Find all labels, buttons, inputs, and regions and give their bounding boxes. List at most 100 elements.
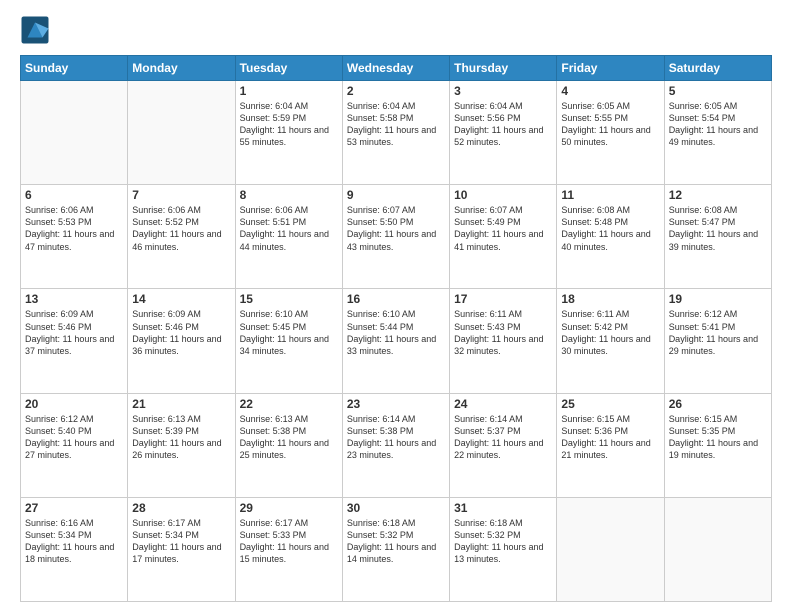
weekday-header-tuesday: Tuesday — [235, 56, 342, 81]
day-info: Sunrise: 6:12 AM Sunset: 5:41 PM Dayligh… — [669, 308, 767, 357]
day-info: Sunrise: 6:04 AM Sunset: 5:56 PM Dayligh… — [454, 100, 552, 149]
day-info: Sunrise: 6:12 AM Sunset: 5:40 PM Dayligh… — [25, 413, 123, 462]
day-number: 2 — [347, 84, 445, 98]
weekday-header-monday: Monday — [128, 56, 235, 81]
logo-icon — [20, 15, 50, 45]
calendar-cell: 16Sunrise: 6:10 AM Sunset: 5:44 PM Dayli… — [342, 289, 449, 393]
calendar-cell: 3 Sunrise: 6:04 AM Sunset: 5:56 PM Daylig… — [450, 81, 557, 185]
day-info: Sunrise: 6:15 AM Sunset: 5:35 PM Dayligh… — [669, 413, 767, 462]
week-row-4: 20Sunrise: 6:12 AM Sunset: 5:40 PM Dayli… — [21, 393, 772, 497]
calendar-cell — [664, 497, 771, 601]
day-info: Sunrise: 6:05 AM Sunset: 5:55 PM Dayligh… — [561, 100, 659, 149]
day-number: 27 — [25, 501, 123, 515]
logo — [20, 15, 54, 45]
calendar-cell: 24 Sunrise: 6:14 AM Sunset: 5:37 PM Dayli… — [450, 393, 557, 497]
calendar-cell: 22 Sunrise: 6:13 AM Sunset: 5:38 PM Dayli… — [235, 393, 342, 497]
day-number: 25 — [561, 397, 659, 411]
day-number: 26 — [669, 397, 767, 411]
calendar-cell: 11 Sunrise: 6:08 AM Sunset: 5:48 PM Dayli… — [557, 185, 664, 289]
calendar-cell: 14Sunrise: 6:09 AM Sunset: 5:46 PM Dayli… — [128, 289, 235, 393]
calendar-cell: 2 Sunrise: 6:04 AM Sunset: 5:58 PM Daylig… — [342, 81, 449, 185]
calendar-cell: 23 Sunrise: 6:14 AM Sunset: 5:38 PM Dayli… — [342, 393, 449, 497]
week-row-3: 13Sunrise: 6:09 AM Sunset: 5:46 PM Dayli… — [21, 289, 772, 393]
week-row-2: 6Sunrise: 6:06 AM Sunset: 5:53 PM Daylig… — [21, 185, 772, 289]
day-info: Sunrise: 6:07 AM Sunset: 5:50 PM Dayligh… — [347, 204, 445, 253]
day-number: 29 — [240, 501, 338, 515]
calendar-cell: 29Sunrise: 6:17 AM Sunset: 5:33 PM Dayli… — [235, 497, 342, 601]
calendar-cell: 13Sunrise: 6:09 AM Sunset: 5:46 PM Dayli… — [21, 289, 128, 393]
day-info: Sunrise: 6:18 AM Sunset: 5:32 PM Dayligh… — [454, 517, 552, 566]
calendar-cell: 27 Sunrise: 6:16 AM Sunset: 5:34 PM Dayli… — [21, 497, 128, 601]
week-row-5: 27 Sunrise: 6:16 AM Sunset: 5:34 PM Dayli… — [21, 497, 772, 601]
calendar-cell — [128, 81, 235, 185]
day-number: 8 — [240, 188, 338, 202]
calendar-cell: 25 Sunrise: 6:15 AM Sunset: 5:36 PM Dayli… — [557, 393, 664, 497]
day-info: Sunrise: 6:07 AM Sunset: 5:49 PM Dayligh… — [454, 204, 552, 253]
day-info: Sunrise: 6:10 AM Sunset: 5:45 PM Dayligh… — [240, 308, 338, 357]
day-number: 22 — [240, 397, 338, 411]
page: SundayMondayTuesdayWednesdayThursdayFrid… — [0, 0, 792, 612]
day-number: 11 — [561, 188, 659, 202]
day-info: Sunrise: 6:06 AM Sunset: 5:53 PM Dayligh… — [25, 204, 123, 253]
day-number: 3 — [454, 84, 552, 98]
calendar-cell: 4 Sunrise: 6:05 AM Sunset: 5:55 PM Daylig… — [557, 81, 664, 185]
day-info: Sunrise: 6:04 AM Sunset: 5:58 PM Dayligh… — [347, 100, 445, 149]
day-info: Sunrise: 6:13 AM Sunset: 5:38 PM Dayligh… — [240, 413, 338, 462]
day-number: 23 — [347, 397, 445, 411]
calendar-cell: 10 Sunrise: 6:07 AM Sunset: 5:49 PM Dayli… — [450, 185, 557, 289]
weekday-header-sunday: Sunday — [21, 56, 128, 81]
day-info: Sunrise: 6:15 AM Sunset: 5:36 PM Dayligh… — [561, 413, 659, 462]
weekday-header-row: SundayMondayTuesdayWednesdayThursdayFrid… — [21, 56, 772, 81]
calendar-cell: 18Sunrise: 6:11 AM Sunset: 5:42 PM Dayli… — [557, 289, 664, 393]
week-row-1: 1 Sunrise: 6:04 AM Sunset: 5:59 PM Daylig… — [21, 81, 772, 185]
day-info: Sunrise: 6:18 AM Sunset: 5:32 PM Dayligh… — [347, 517, 445, 566]
calendar-cell: 30 Sunrise: 6:18 AM Sunset: 5:32 PM Dayli… — [342, 497, 449, 601]
calendar-cell: 15 Sunrise: 6:10 AM Sunset: 5:45 PM Dayli… — [235, 289, 342, 393]
calendar-cell: 9 Sunrise: 6:07 AM Sunset: 5:50 PM Daylig… — [342, 185, 449, 289]
header — [20, 15, 772, 45]
day-number: 24 — [454, 397, 552, 411]
day-number: 12 — [669, 188, 767, 202]
day-info: Sunrise: 6:14 AM Sunset: 5:37 PM Dayligh… — [454, 413, 552, 462]
day-info: Sunrise: 6:16 AM Sunset: 5:34 PM Dayligh… — [25, 517, 123, 566]
calendar-cell: 26 Sunrise: 6:15 AM Sunset: 5:35 PM Dayli… — [664, 393, 771, 497]
weekday-header-thursday: Thursday — [450, 56, 557, 81]
day-info: Sunrise: 6:09 AM Sunset: 5:46 PM Dayligh… — [25, 308, 123, 357]
day-info: Sunrise: 6:04 AM Sunset: 5:59 PM Dayligh… — [240, 100, 338, 149]
day-info: Sunrise: 6:06 AM Sunset: 5:52 PM Dayligh… — [132, 204, 230, 253]
day-number: 14 — [132, 292, 230, 306]
calendar-cell: 7 Sunrise: 6:06 AM Sunset: 5:52 PM Daylig… — [128, 185, 235, 289]
day-info: Sunrise: 6:05 AM Sunset: 5:54 PM Dayligh… — [669, 100, 767, 149]
day-number: 28 — [132, 501, 230, 515]
day-number: 9 — [347, 188, 445, 202]
calendar-cell: 20Sunrise: 6:12 AM Sunset: 5:40 PM Dayli… — [21, 393, 128, 497]
calendar-cell: 28 Sunrise: 6:17 AM Sunset: 5:34 PM Dayli… — [128, 497, 235, 601]
calendar-cell: 12Sunrise: 6:08 AM Sunset: 5:47 PM Dayli… — [664, 185, 771, 289]
day-number: 15 — [240, 292, 338, 306]
weekday-header-friday: Friday — [557, 56, 664, 81]
day-info: Sunrise: 6:08 AM Sunset: 5:48 PM Dayligh… — [561, 204, 659, 253]
day-info: Sunrise: 6:14 AM Sunset: 5:38 PM Dayligh… — [347, 413, 445, 462]
calendar-cell: 8 Sunrise: 6:06 AM Sunset: 5:51 PM Daylig… — [235, 185, 342, 289]
weekday-header-wednesday: Wednesday — [342, 56, 449, 81]
day-info: Sunrise: 6:13 AM Sunset: 5:39 PM Dayligh… — [132, 413, 230, 462]
day-info: Sunrise: 6:06 AM Sunset: 5:51 PM Dayligh… — [240, 204, 338, 253]
calendar-cell — [21, 81, 128, 185]
day-number: 5 — [669, 84, 767, 98]
day-number: 30 — [347, 501, 445, 515]
calendar-cell: 1 Sunrise: 6:04 AM Sunset: 5:59 PM Daylig… — [235, 81, 342, 185]
calendar-cell: 21 Sunrise: 6:13 AM Sunset: 5:39 PM Dayli… — [128, 393, 235, 497]
day-info: Sunrise: 6:17 AM Sunset: 5:34 PM Dayligh… — [132, 517, 230, 566]
day-number: 10 — [454, 188, 552, 202]
day-number: 1 — [240, 84, 338, 98]
calendar-cell: 6Sunrise: 6:06 AM Sunset: 5:53 PM Daylig… — [21, 185, 128, 289]
day-number: 7 — [132, 188, 230, 202]
day-number: 21 — [132, 397, 230, 411]
calendar-cell: 5 Sunrise: 6:05 AM Sunset: 5:54 PM Daylig… — [664, 81, 771, 185]
day-number: 16 — [347, 292, 445, 306]
day-number: 19 — [669, 292, 767, 306]
calendar-table: SundayMondayTuesdayWednesdayThursdayFrid… — [20, 55, 772, 602]
day-number: 31 — [454, 501, 552, 515]
day-number: 4 — [561, 84, 659, 98]
calendar-cell: 17Sunrise: 6:11 AM Sunset: 5:43 PM Dayli… — [450, 289, 557, 393]
